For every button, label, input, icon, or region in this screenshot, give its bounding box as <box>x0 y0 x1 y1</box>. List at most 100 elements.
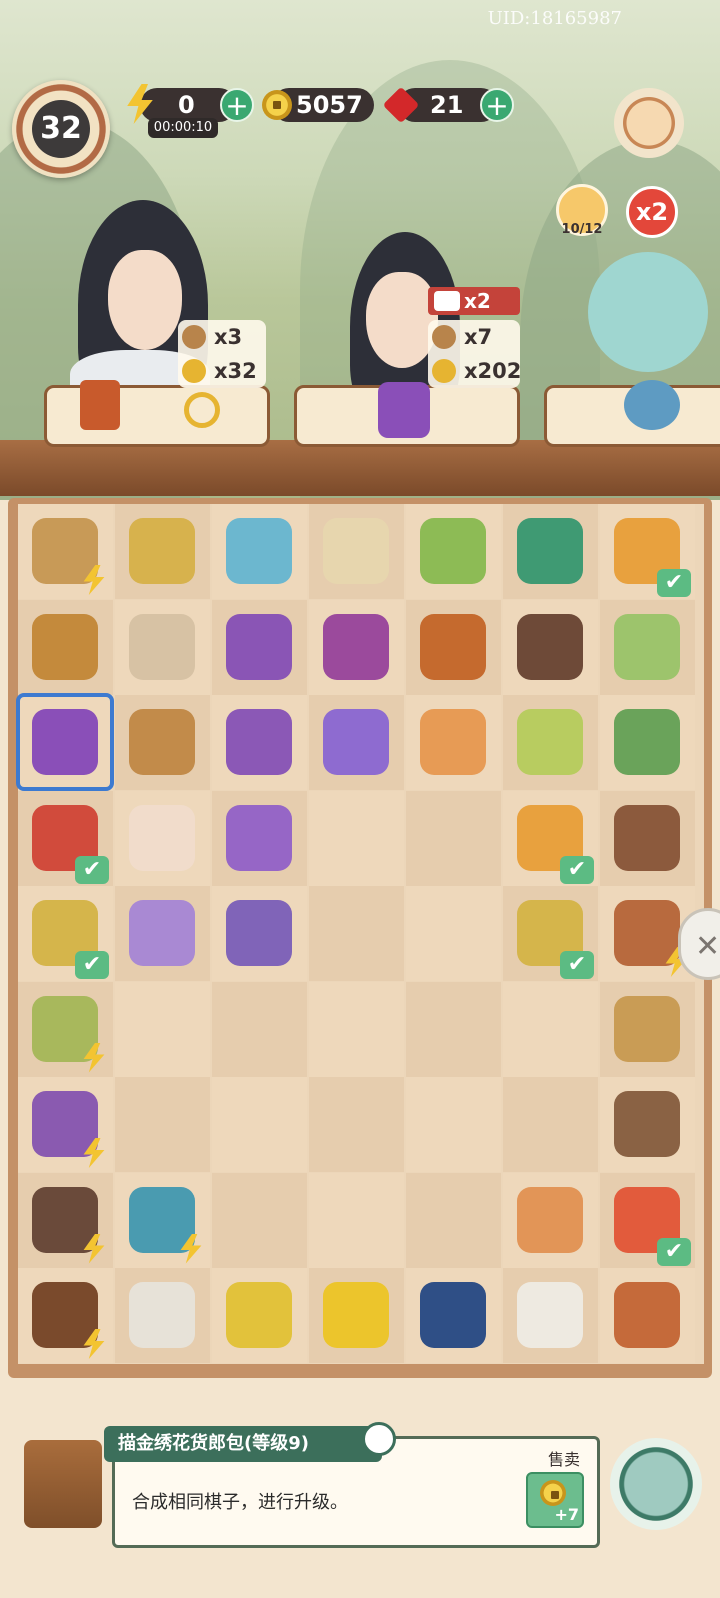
board-cell[interactable] <box>115 981 210 1077</box>
board-cell[interactable] <box>406 790 501 886</box>
tea-bowl-icon[interactable] <box>323 518 389 584</box>
board-cell[interactable]: ✔ <box>503 790 598 886</box>
clay-gourd-icon[interactable] <box>614 900 680 966</box>
scissors-icon[interactable] <box>614 709 680 775</box>
spinning-wheel-icon[interactable] <box>32 1091 98 1157</box>
sparrow-icon[interactable] <box>614 1091 680 1157</box>
cabinet-icon[interactable] <box>24 1440 102 1528</box>
board-cell[interactable] <box>309 1077 404 1172</box>
board-cell[interactable] <box>600 1268 695 1363</box>
board-cell[interactable] <box>309 790 404 886</box>
board-cell[interactable] <box>600 981 695 1077</box>
board-cell[interactable] <box>115 886 210 981</box>
chicken-coop-icon[interactable] <box>614 1282 680 1348</box>
dark-chest-icon[interactable] <box>517 613 583 680</box>
magpie-icon[interactable] <box>420 1282 486 1348</box>
board-cell[interactable] <box>503 1268 598 1363</box>
paper-lantern-icon[interactable] <box>420 709 486 775</box>
board-cell[interactable] <box>115 695 210 790</box>
pouch-bag-icon[interactable] <box>226 709 292 775</box>
magnifier-icon[interactable] <box>362 1422 396 1456</box>
jade-disc-icon[interactable] <box>226 518 292 584</box>
board-cell[interactable] <box>212 504 307 599</box>
board-cell[interactable] <box>115 1172 210 1268</box>
oriole-icon[interactable] <box>323 1282 389 1348</box>
board-cell[interactable] <box>406 1172 501 1268</box>
board-cell[interactable]: ✔ <box>18 790 113 886</box>
sell-button[interactable]: +7 <box>526 1472 584 1528</box>
board-cell[interactable] <box>503 504 598 599</box>
peach-bun-icon[interactable] <box>129 804 195 871</box>
board-cell[interactable] <box>115 1077 210 1172</box>
water-bucket-icon[interactable] <box>129 709 195 775</box>
board-cell[interactable] <box>600 695 695 790</box>
board-cell[interactable] <box>406 599 501 695</box>
board-cell[interactable] <box>406 981 501 1077</box>
board-cell[interactable] <box>406 1077 501 1172</box>
board-cell[interactable] <box>16 693 114 791</box>
embroidery-hoop-icon[interactable] <box>226 900 292 966</box>
silk-cocoons-icon[interactable] <box>129 1282 195 1348</box>
board-cell[interactable]: ✔ <box>503 886 598 981</box>
board-cell[interactable] <box>503 1172 598 1268</box>
branch-ring-icon[interactable] <box>32 1282 98 1348</box>
board-cell[interactable] <box>115 1268 210 1363</box>
board-cell[interactable] <box>115 790 210 886</box>
board-cell[interactable] <box>309 1268 404 1363</box>
add-energy-button[interactable]: + <box>220 88 254 122</box>
board-cell[interactable] <box>212 1172 307 1268</box>
player-level-badge[interactable]: 32 <box>12 80 110 178</box>
board-cell[interactable] <box>503 1077 598 1172</box>
brush-icon[interactable] <box>614 995 680 1062</box>
board-cell[interactable] <box>309 1172 404 1268</box>
wooden-toolbox-icon[interactable] <box>32 613 98 680</box>
board-cell[interactable] <box>600 790 695 886</box>
board-cell[interactable] <box>212 981 307 1077</box>
board-cell[interactable] <box>406 1268 501 1363</box>
pavilion-button[interactable] <box>610 1438 702 1530</box>
board-cell[interactable] <box>600 1077 695 1172</box>
board-cell[interactable] <box>503 981 598 1077</box>
scroll-toolbox-generator-icon[interactable] <box>32 518 98 584</box>
board-cell[interactable] <box>309 504 404 599</box>
board-cell[interactable]: ✔ <box>18 886 113 981</box>
board-cell[interactable]: ✔ <box>600 1172 695 1268</box>
board-cell[interactable] <box>212 790 307 886</box>
board-cell[interactable] <box>18 981 113 1077</box>
board-cell[interactable] <box>18 504 113 599</box>
yellow-bird-icon[interactable] <box>226 1282 292 1348</box>
side-close-button[interactable]: ✕ <box>678 908 720 980</box>
egg-icon[interactable] <box>517 1186 583 1253</box>
purple-pouch-icon[interactable] <box>323 709 389 775</box>
board-cell[interactable] <box>18 1077 113 1172</box>
board-cell[interactable] <box>115 599 210 695</box>
board-cell[interactable] <box>503 695 598 790</box>
bamboo-strips-icon[interactable] <box>517 709 583 775</box>
board-cell[interactable] <box>212 1268 307 1363</box>
fruit-basket-generator-icon[interactable] <box>32 995 98 1062</box>
bird-nest-icon[interactable] <box>614 804 680 871</box>
shop-button[interactable] <box>614 88 684 158</box>
board-cell[interactable] <box>212 695 307 790</box>
board-cell[interactable] <box>503 599 598 695</box>
board-cell[interactable] <box>18 599 113 695</box>
embroidered-bag-icon[interactable] <box>226 613 292 680</box>
board-cell[interactable] <box>406 504 501 599</box>
multiplier-button[interactable]: x2 <box>626 186 678 238</box>
cotton-icon[interactable] <box>517 1282 583 1348</box>
folded-cloth-icon[interactable] <box>129 900 195 966</box>
bamboo-icon[interactable] <box>420 518 486 584</box>
board-cell[interactable] <box>406 695 501 790</box>
teapot-set-icon[interactable] <box>129 1186 195 1253</box>
board-cell[interactable] <box>309 599 404 695</box>
board-cell[interactable] <box>309 981 404 1077</box>
add-gems-button[interactable]: + <box>480 88 514 122</box>
board-cell[interactable] <box>406 886 501 981</box>
board-cell[interactable] <box>212 599 307 695</box>
board-cell[interactable] <box>18 1172 113 1268</box>
board-cell[interactable] <box>115 504 210 599</box>
embroidered-bag-icon[interactable] <box>323 613 389 680</box>
wheat-bundle-icon[interactable] <box>129 518 195 584</box>
green-soup-icon[interactable] <box>614 613 680 680</box>
purple-purse-icon[interactable] <box>226 804 292 871</box>
